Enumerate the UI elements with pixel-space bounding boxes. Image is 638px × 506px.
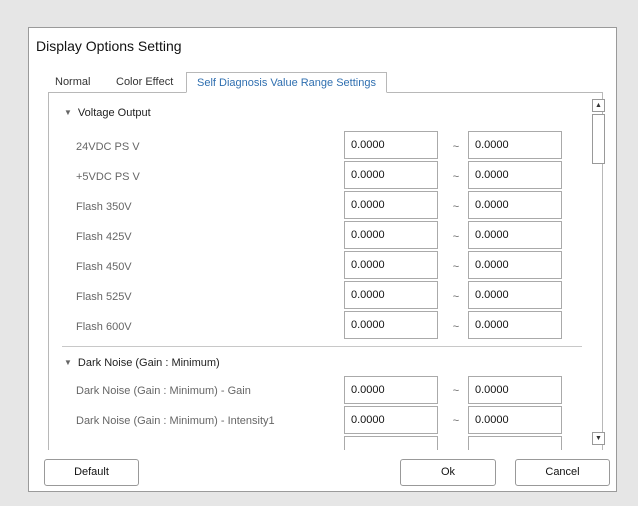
max-value-input[interactable]: 0.0000 (468, 311, 562, 339)
section-divider (62, 346, 582, 347)
min-value-input[interactable]: 0.0000 (344, 406, 438, 434)
range-separator: ~ (452, 201, 460, 213)
range-separator: ~ (452, 321, 460, 333)
range-separator: ~ (452, 415, 460, 427)
tab-color-effect[interactable]: Color Effect (116, 72, 173, 92)
section-header-voltage-output[interactable]: ▼ Voltage Output (64, 105, 151, 121)
scrollbar-thumb[interactable] (592, 114, 605, 164)
arrow-down-icon[interactable]: ▼ (592, 432, 605, 445)
max-value-input[interactable]: 0.0000 (468, 406, 562, 434)
section-title: Voltage Output (77, 107, 151, 119)
section-header-dark-noise[interactable]: ▼ Dark Noise (Gain : Minimum) (64, 355, 220, 371)
max-value-input[interactable]: 0.0000 (468, 131, 562, 159)
row-label: Flash 450V (76, 261, 132, 273)
row-label: Flash 600V (76, 321, 132, 333)
max-value-input[interactable]: 0.0000 (468, 251, 562, 279)
range-separator: ~ (452, 291, 460, 303)
row-label: Dark Noise (Gain : Minimum) - Intensity1 (76, 415, 275, 427)
triangle-down-icon: ▼ (64, 108, 72, 117)
min-value-input[interactable]: 0.0000 (344, 221, 438, 249)
min-value-input[interactable]: 0.0000 (344, 281, 438, 309)
row-label: Flash 350V (76, 201, 132, 213)
ok-button[interactable]: Ok (400, 459, 496, 486)
row-label: 24VDC PS V (76, 141, 140, 153)
range-separator: ~ (452, 171, 460, 183)
min-value-input[interactable]: 0.0000 (344, 191, 438, 219)
row-label: Flash 525V (76, 291, 132, 303)
default-button[interactable]: Default (44, 459, 139, 486)
min-value-input[interactable] (344, 436, 438, 450)
min-value-input[interactable]: 0.0000 (344, 376, 438, 404)
range-separator: ~ (452, 261, 460, 273)
tab-bar: Normal Color Effect Self Diagnosis Value… (48, 72, 603, 93)
section-title: Dark Noise (Gain : Minimum) (77, 357, 220, 369)
min-value-input[interactable]: 0.0000 (344, 311, 438, 339)
max-value-input[interactable]: 0.0000 (468, 221, 562, 249)
arrow-up-icon[interactable]: ▲ (592, 99, 605, 112)
cancel-button[interactable]: Cancel (515, 459, 610, 486)
triangle-down-icon: ▼ (64, 358, 72, 367)
max-value-input[interactable] (468, 436, 562, 450)
min-value-input[interactable]: 0.0000 (344, 131, 438, 159)
range-separator: ~ (452, 231, 460, 243)
display-options-dialog: Display Options Setting Normal Color Eff… (28, 27, 617, 492)
tab-self-diagnosis[interactable]: Self Diagnosis Value Range Settings (186, 72, 387, 93)
dialog-title: Display Options Setting (36, 38, 182, 54)
vertical-scrollbar[interactable]: ▲ ▼ (592, 96, 606, 448)
min-value-input[interactable]: 0.0000 (344, 251, 438, 279)
max-value-input[interactable]: 0.0000 (468, 191, 562, 219)
settings-panel: ▼ Voltage Output 24VDC PS V 0.0000 ~ 0.00… (48, 93, 603, 450)
min-value-input[interactable]: 0.0000 (344, 161, 438, 189)
max-value-input[interactable]: 0.0000 (468, 161, 562, 189)
row-label: Flash 425V (76, 231, 132, 243)
max-value-input[interactable]: 0.0000 (468, 376, 562, 404)
row-label: Dark Noise (Gain : Minimum) - Gain (76, 385, 251, 397)
range-separator: ~ (452, 141, 460, 153)
row-label: +5VDC PS V (76, 171, 140, 183)
tab-normal[interactable]: Normal (55, 72, 90, 92)
max-value-input[interactable]: 0.0000 (468, 281, 562, 309)
range-separator: ~ (452, 385, 460, 397)
